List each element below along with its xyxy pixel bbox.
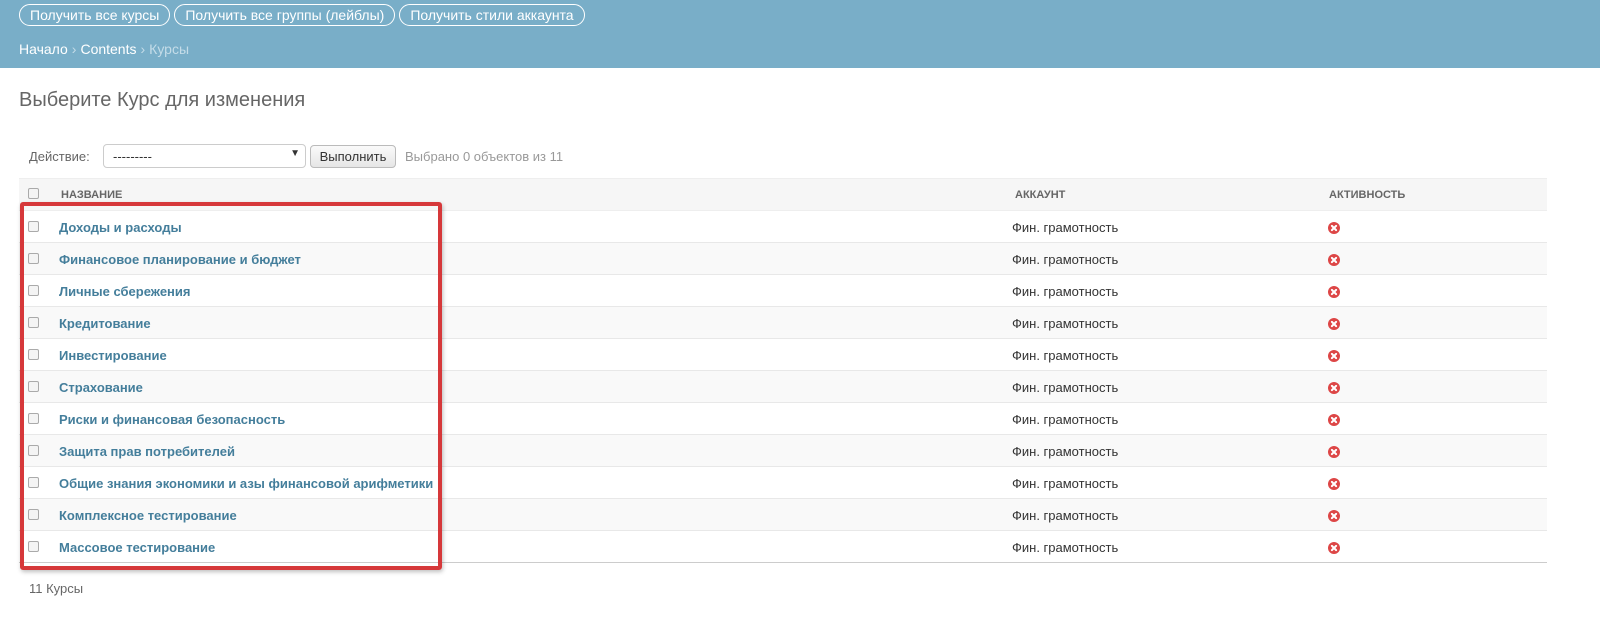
select-all-checkbox[interactable] <box>28 188 39 199</box>
get-all-courses-button[interactable]: Получить все курсы <box>19 4 171 26</box>
table-row: Финансовое планирование и бюджет Фин. гр… <box>19 243 1547 275</box>
course-account: Фин. грамотность <box>1012 508 1119 523</box>
row-checkbox[interactable] <box>28 285 39 296</box>
get-all-groups-button[interactable]: Получить все группы (лейблы) <box>174 4 396 26</box>
course-account: Фин. грамотность <box>1012 412 1119 427</box>
action-select-value: --------- <box>113 149 152 164</box>
x-circle-icon <box>1328 446 1340 458</box>
course-name-link[interactable]: Финансовое планирование и бюджет <box>59 252 301 267</box>
column-header-active[interactable]: Активность <box>1329 189 1405 201</box>
course-account: Фин. грамотность <box>1012 348 1119 363</box>
header-bar: Получить все курсы Получить все группы (… <box>0 0 1600 68</box>
course-account: Фин. грамотность <box>1012 316 1119 331</box>
course-name-link[interactable]: Кредитование <box>59 316 151 331</box>
x-circle-icon <box>1328 478 1340 490</box>
course-name-link[interactable]: Общие знания экономики и азы финансовой … <box>59 476 433 491</box>
row-checkbox[interactable] <box>28 317 39 328</box>
row-checkbox[interactable] <box>28 381 39 392</box>
course-name-link[interactable]: Защита прав потребителей <box>59 444 235 459</box>
row-checkbox[interactable] <box>28 541 39 552</box>
course-name-link[interactable]: Инвестирование <box>59 348 167 363</box>
table-row: Личные сбережения Фин. грамотность <box>19 275 1547 307</box>
course-name-link[interactable]: Комплексное тестирование <box>59 508 237 523</box>
course-name-link[interactable]: Доходы и расходы <box>59 220 182 235</box>
row-checkbox[interactable] <box>28 445 39 456</box>
course-account: Фин. грамотность <box>1012 252 1119 267</box>
table-row: Доходы и расходы Фин. грамотность <box>19 211 1547 243</box>
breadcrumb-home-link[interactable]: Начало <box>19 41 68 57</box>
row-checkbox[interactable] <box>28 413 39 424</box>
x-circle-icon <box>1328 414 1340 426</box>
table-row: Общие знания экономики и азы финансовой … <box>19 467 1547 499</box>
course-account: Фин. грамотность <box>1012 476 1119 491</box>
row-checkbox[interactable] <box>28 221 39 232</box>
selection-counter: Выбрано 0 объектов из 11 <box>405 149 564 164</box>
x-circle-icon <box>1328 510 1340 522</box>
row-checkbox[interactable] <box>28 349 39 360</box>
course-account: Фин. грамотность <box>1012 380 1119 395</box>
column-header-name[interactable]: Название <box>61 189 122 201</box>
x-circle-icon <box>1328 350 1340 362</box>
course-account: Фин. грамотность <box>1012 284 1119 299</box>
column-header-account[interactable]: Аккаунт <box>1015 189 1065 201</box>
x-circle-icon <box>1328 318 1340 330</box>
x-circle-icon <box>1328 286 1340 298</box>
x-circle-icon <box>1328 542 1340 554</box>
paginator: 11 Курсы <box>29 581 84 596</box>
course-account: Фин. грамотность <box>1012 220 1119 235</box>
breadcrumb-separator: › <box>140 41 146 57</box>
table-row: Массовое тестирование Фин. грамотность <box>19 531 1547 563</box>
results-table: Название Аккаунт Активность Доходы и рас… <box>19 178 1547 563</box>
table-row: Инвестирование Фин. грамотность <box>19 339 1547 371</box>
course-name-link[interactable]: Массовое тестирование <box>59 540 215 555</box>
table-row: Комплексное тестирование Фин. грамотност… <box>19 499 1547 531</box>
table-row: Риски и финансовая безопасность Фин. гра… <box>19 403 1547 435</box>
header-buttons: Получить все курсы Получить все группы (… <box>19 4 585 26</box>
run-action-button[interactable]: Выполнить <box>310 145 396 168</box>
row-checkbox[interactable] <box>28 477 39 488</box>
x-circle-icon <box>1328 222 1340 234</box>
x-circle-icon <box>1328 254 1340 266</box>
course-name-link[interactable]: Личные сбережения <box>59 284 190 299</box>
table-row: Кредитование Фин. грамотность <box>19 307 1547 339</box>
table-row: Защита прав потребителей Фин. грамотност… <box>19 435 1547 467</box>
course-account: Фин. грамотность <box>1012 540 1119 555</box>
dropdown-arrow-icon: ▼ <box>290 148 300 159</box>
action-select[interactable]: --------- ▼ <box>103 144 306 168</box>
course-account: Фин. грамотность <box>1012 444 1119 459</box>
course-name-link[interactable]: Риски и финансовая безопасность <box>59 412 285 427</box>
page-title: Выберите Курс для изменения <box>19 89 306 111</box>
breadcrumb-contents-link[interactable]: Contents <box>80 41 136 57</box>
get-account-styles-button[interactable]: Получить стили аккаунта <box>399 4 585 26</box>
table-row: Страхование Фин. грамотность <box>19 371 1547 403</box>
action-label: Действие: <box>29 149 90 164</box>
actions-bar: Действие: --------- ▼ Выполнить Выбрано … <box>19 144 1547 168</box>
row-checkbox[interactable] <box>28 509 39 520</box>
breadcrumb-current: Курсы <box>149 41 190 57</box>
row-checkbox[interactable] <box>28 253 39 264</box>
course-name-link[interactable]: Страхование <box>59 380 143 395</box>
breadcrumb: Начало › Contents › Курсы <box>19 41 189 57</box>
table-header-row: Название Аккаунт Активность <box>19 178 1547 211</box>
x-circle-icon <box>1328 382 1340 394</box>
breadcrumb-separator: › <box>71 41 77 57</box>
